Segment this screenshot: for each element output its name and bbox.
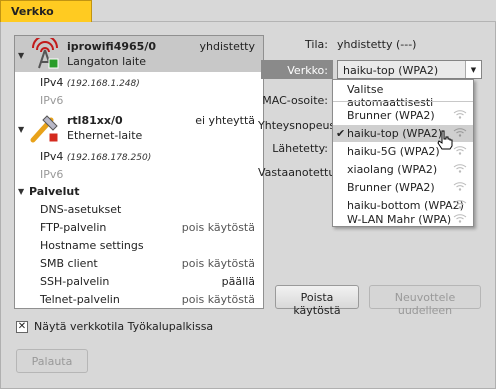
device-status: yhdistetty	[199, 40, 255, 53]
wifi-antenna-icon	[29, 36, 61, 73]
network-label: Verkko:	[287, 64, 328, 77]
service-status: pois käytöstä	[181, 293, 255, 306]
show-in-deskbar-checkbox[interactable]: ✕	[16, 321, 28, 333]
mac-label: MAC-osoite:	[262, 94, 328, 107]
device-row-wifi[interactable]: ▼ iprowifi4965/0 yhdistetty Langaton lai…	[15, 36, 263, 72]
menu-item-network[interactable]: Brunner (WPA2)	[333, 107, 473, 124]
ipv6-label: IPv6	[40, 94, 64, 107]
device-name: iprowifi4965/0	[67, 40, 156, 53]
ipv4-row[interactable]: IPv4 (192.168.178.250)	[15, 148, 263, 166]
menu-item-auto[interactable]: Valitse automaattisesti	[333, 81, 473, 109]
tab-title: Verkko	[11, 5, 54, 18]
ethernet-plug-icon	[29, 112, 61, 147]
menu-item-label: Brunner (WPA2)	[347, 181, 435, 194]
wifi-signal-icon	[453, 109, 467, 122]
wifi-signal-icon	[453, 127, 467, 140]
network-select[interactable]: haiku-top (WPA2) ▼	[337, 60, 482, 79]
menu-item-label: W-LAN Mahr (WPA)	[347, 213, 452, 226]
service-name: SSH-palvelin	[40, 275, 110, 288]
ipv4-address: (192.168.1.248)	[66, 79, 140, 89]
chevron-down-icon[interactable]: ▼	[465, 61, 481, 78]
service-status: pois käytöstä	[181, 257, 255, 270]
menu-item-label: Valitse automaattisesti	[347, 83, 434, 109]
service-row[interactable]: Hostname settings	[15, 237, 263, 255]
show-in-deskbar-label: Näytä verkkotila Työkalupalkissa	[34, 320, 214, 333]
menu-item-label: haiku-top (WPA2)	[347, 127, 443, 140]
hand-cursor-icon	[436, 130, 454, 153]
device-type: Ethernet-laite	[67, 129, 143, 142]
ipv6-row[interactable]: IPv6	[15, 92, 263, 110]
device-status: ei yhteyttä	[195, 114, 255, 127]
network-select-value: haiku-top (WPA2)	[343, 64, 439, 77]
revert-button[interactable]: Palauta	[16, 349, 88, 373]
services-header-row[interactable]: ▼ Palvelut	[15, 183, 263, 201]
checkmark-icon: ✔	[336, 127, 346, 140]
service-row[interactable]: DNS-asetukset	[15, 201, 263, 219]
menu-item-label: haiku-5G (WPA2)	[347, 145, 440, 158]
renegotiate-button[interactable]: Neuvottele uudelleen	[369, 285, 481, 317]
menu-item-label: Brunner (WPA2)	[347, 109, 435, 122]
sent-label: Lähetetty:	[272, 142, 328, 155]
device-type: Langaton laite	[67, 55, 147, 68]
menu-separator	[333, 101, 473, 102]
network-dropdown-menu[interactable]: Valitse automaattisesti Brunner (WPA2) ✔…	[332, 79, 474, 227]
service-name: Hostname settings	[40, 239, 144, 252]
service-row[interactable]: FTP-palvelin pois käytöstä	[15, 219, 263, 237]
ipv4-address: (192.168.178.250)	[66, 153, 152, 163]
service-name: SMB client	[40, 257, 98, 270]
menu-item-network[interactable]: Brunner (WPA2)	[333, 179, 473, 196]
wifi-signal-icon	[453, 163, 467, 176]
disable-button-label: Poista käytöstä	[293, 291, 341, 317]
status-value: yhdistetty (---)	[337, 38, 417, 51]
ipv4-label: IPv4	[40, 150, 64, 163]
collapse-arrow-icon[interactable]: ▼	[18, 125, 24, 134]
collapse-arrow-icon[interactable]: ▼	[18, 187, 24, 196]
interface-list[interactable]: ▼ iprowifi4965/0 yhdistetty Langaton lai…	[14, 35, 264, 309]
service-name: DNS-asetukset	[40, 203, 122, 216]
tab-verkko[interactable]: Verkko	[0, 0, 92, 22]
ipv6-row[interactable]: IPv6	[15, 166, 263, 184]
renegotiate-button-label: Neuvottele uudelleen	[394, 291, 456, 317]
disable-button[interactable]: Poista käytöstä	[275, 285, 359, 317]
service-name: Telnet-palvelin	[40, 293, 120, 306]
service-row[interactable]: SMB client pois käytöstä	[15, 255, 263, 273]
speed-label: Yhteysnopeus:	[258, 119, 339, 132]
wifi-signal-icon	[453, 213, 467, 226]
device-row-ethernet[interactable]: ▼ rtl81xx/0 ei yhteyttä Ethernet-laite	[15, 110, 263, 146]
menu-item-network[interactable]: W-LAN Mahr (WPA)	[333, 211, 473, 228]
status-label: Tila:	[305, 38, 328, 51]
ipv6-label: IPv6	[40, 168, 64, 181]
collapse-arrow-icon[interactable]: ▼	[18, 51, 24, 60]
checkmark-icon: ✕	[17, 321, 27, 332]
ipv4-label: IPv4	[40, 76, 64, 89]
device-name: rtl81xx/0	[67, 114, 123, 127]
received-label: Vastaanotettu:	[258, 166, 340, 179]
menu-item-network[interactable]: xiaolang (WPA2)	[333, 161, 473, 178]
ipv4-row[interactable]: IPv4 (192.168.1.248)	[15, 74, 263, 92]
service-status: päällä	[221, 275, 255, 288]
service-status: pois käytöstä	[181, 221, 255, 234]
service-row[interactable]: Telnet-palvelin pois käytöstä	[15, 291, 263, 308]
wifi-signal-icon	[453, 181, 467, 194]
service-row[interactable]: SSH-palvelin päällä	[15, 273, 263, 291]
services-header: Palvelut	[29, 185, 80, 198]
wifi-signal-icon	[453, 145, 467, 158]
revert-button-label: Palauta	[31, 355, 73, 368]
service-name: FTP-palvelin	[40, 221, 107, 234]
menu-item-label: xiaolang (WPA2)	[347, 163, 438, 176]
